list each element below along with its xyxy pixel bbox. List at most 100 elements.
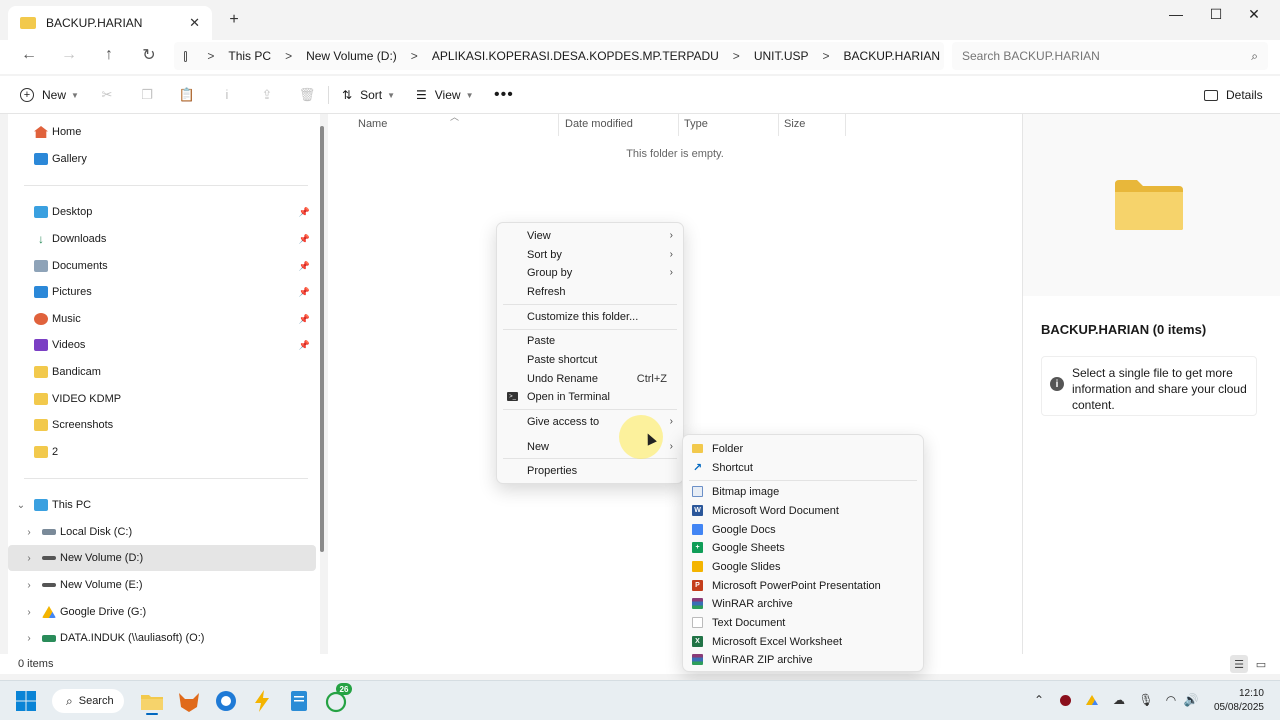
sidebar-item-documents[interactable]: Documents 📌 xyxy=(8,253,316,279)
new-google-sheets-item[interactable]: + Google Sheets xyxy=(683,538,923,557)
volume-icon[interactable]: 🔊 xyxy=(1182,691,1200,709)
close-tab-icon[interactable]: ✕ xyxy=(189,15,200,31)
share-icon[interactable]: ⇪ xyxy=(256,84,278,106)
maximize-button[interactable]: ☐ xyxy=(1196,0,1236,28)
pin-icon[interactable]: 📌 xyxy=(299,261,310,272)
minimize-button[interactable]: — xyxy=(1156,0,1196,28)
sidebar-item-local-disk-c[interactable]: › Local Disk (C:) xyxy=(8,519,316,545)
chevron-right-icon[interactable]: › xyxy=(22,527,36,538)
pin-icon[interactable]: 📌 xyxy=(299,207,310,218)
notepad-icon[interactable] xyxy=(285,687,313,715)
sidebar-item-new-volume-d[interactable]: › New Volume (D:) xyxy=(8,545,316,571)
new-button[interactable]: + New ▼ xyxy=(20,82,79,108)
search-input[interactable] xyxy=(962,49,1252,63)
sidebar-item-music[interactable]: Music 📌 xyxy=(8,306,316,332)
browser-icon[interactable] xyxy=(212,687,240,715)
forward-button[interactable]: → xyxy=(54,40,84,70)
wifi-icon[interactable]: ◠ xyxy=(1162,691,1180,709)
chevron-right-icon[interactable]: › xyxy=(22,580,36,591)
menu-item-view[interactable]: View › xyxy=(497,226,683,245)
menu-item-paste-shortcut[interactable]: Paste shortcut xyxy=(497,350,683,369)
new-text-document-item[interactable]: Text Document xyxy=(683,613,923,632)
google-drive-tray-icon[interactable] xyxy=(1083,691,1101,709)
cut-icon[interactable]: ✂ xyxy=(96,84,118,106)
breadcrumb-unit-usp[interactable]: UNIT.USP xyxy=(750,49,813,63)
rename-icon[interactable]: Ꭵ xyxy=(216,84,238,106)
column-header-date-modified[interactable]: Date modified xyxy=(565,118,633,130)
menu-item-properties[interactable]: Properties xyxy=(497,461,683,480)
sidebar-item-pictures[interactable]: Pictures 📌 xyxy=(8,279,316,305)
sidebar-item-google-drive-g[interactable]: › Google Drive (G:) xyxy=(8,599,316,625)
whatsapp-icon[interactable]: 26 xyxy=(322,683,352,715)
sidebar-item-video-kdmp[interactable]: VIDEO KDMP xyxy=(8,386,316,412)
new-tab-button[interactable]: + xyxy=(224,10,244,30)
breadcrumb-this-pc[interactable]: This PC xyxy=(224,49,275,63)
chevron-right-icon[interactable]: › xyxy=(22,607,36,618)
new-shortcut-item[interactable]: ↗ Shortcut xyxy=(683,458,923,477)
menu-item-undo-rename[interactable]: Undo Rename Ctrl+Z xyxy=(497,369,683,388)
sidebar-item-new-volume-e[interactable]: › New Volume (E:) xyxy=(8,572,316,598)
more-options-icon[interactable]: ••• xyxy=(494,82,514,108)
sidebar-item-this-pc[interactable]: ⌄ This PC xyxy=(8,492,316,518)
sidebar-scrollbar[interactable] xyxy=(320,126,324,552)
sidebar-item-screenshots[interactable]: Screenshots xyxy=(8,412,316,438)
tab-backup-harian[interactable]: BACKUP.HARIAN ✕ xyxy=(8,6,212,40)
record-icon[interactable] xyxy=(1056,691,1074,709)
new-bitmap-image-item[interactable]: Bitmap image xyxy=(683,482,923,501)
close-window-button[interactable]: ✕ xyxy=(1234,0,1274,28)
chevron-up-icon[interactable]: ⌃ xyxy=(1030,691,1048,709)
pin-icon[interactable]: 📌 xyxy=(299,314,310,325)
new-google-slides-item[interactable]: Google Slides xyxy=(683,557,923,576)
details-button[interactable]: Details xyxy=(1204,82,1263,108)
address-bar[interactable]: > This PC > New Volume (D:) > APLIKASI.K… xyxy=(174,42,944,70)
lightning-app-icon[interactable] xyxy=(248,687,276,715)
column-separator[interactable] xyxy=(845,114,846,136)
sidebar-item-home[interactable]: Home xyxy=(8,119,316,145)
view-button[interactable]: ☰ View ▼ xyxy=(416,82,473,108)
pin-icon[interactable]: 📌 xyxy=(299,234,310,245)
paste-icon[interactable]: 📋 xyxy=(176,84,198,106)
column-header-size[interactable]: Size xyxy=(784,118,805,130)
menu-item-paste[interactable]: Paste xyxy=(497,331,683,350)
pin-icon[interactable]: 📌 xyxy=(299,340,310,351)
search-box[interactable]: ⌕ xyxy=(952,42,1268,70)
chevron-right-icon[interactable]: › xyxy=(22,633,36,644)
chevron-down-icon[interactable]: ⌄ xyxy=(14,500,28,511)
up-button[interactable]: ↑ xyxy=(94,40,124,70)
column-header-name[interactable]: Name xyxy=(358,118,387,130)
sidebar-item-desktop[interactable]: Desktop 📌 xyxy=(8,199,316,225)
delete-icon[interactable]: 🗑 xyxy=(296,84,318,106)
new-winrar-archive-item[interactable]: WinRAR archive xyxy=(683,594,923,613)
sidebar-item-bandicam[interactable]: Bandicam xyxy=(8,359,316,385)
sidebar-item-2[interactable]: 2 xyxy=(8,439,316,465)
sidebar-item-downloads[interactable]: ↓ Downloads 📌 xyxy=(8,226,316,252)
copy-icon[interactable]: ❐ xyxy=(136,84,158,106)
sidebar-item-data-induk-o[interactable]: › DATA.INDUK (\\auliasoft) (O:) xyxy=(8,625,316,651)
column-header-type[interactable]: Type xyxy=(684,118,708,130)
start-button-icon[interactable] xyxy=(12,687,40,715)
menu-item-customize-folder[interactable]: Customize this folder... xyxy=(497,307,683,326)
details-view-icon[interactable]: ☰ xyxy=(1230,655,1248,673)
sort-button[interactable]: ⇅ Sort ▼ xyxy=(342,82,395,108)
new-folder-item[interactable]: Folder xyxy=(683,439,923,458)
new-word-document-item[interactable]: W Microsoft Word Document xyxy=(683,501,923,520)
sidebar-item-gallery[interactable]: Gallery xyxy=(8,146,316,172)
chevron-right-icon[interactable]: › xyxy=(22,553,36,564)
breadcrumb-backup-harian[interactable]: BACKUP.HARIAN xyxy=(840,49,944,63)
menu-item-refresh[interactable]: Refresh xyxy=(497,282,683,301)
system-clock[interactable]: 12:10 05/08/2025 xyxy=(1214,687,1264,715)
new-winrar-zip-item[interactable]: WinRAR ZIP archive xyxy=(683,650,923,669)
pin-icon[interactable]: 📌 xyxy=(299,287,310,298)
microphone-icon[interactable]: 🎙 xyxy=(1137,691,1155,709)
column-separator[interactable] xyxy=(558,114,559,136)
file-explorer-icon[interactable] xyxy=(138,687,166,715)
menu-item-sort-by[interactable]: Sort by › xyxy=(497,245,683,264)
menu-item-open-in-terminal[interactable]: >_ Open in Terminal xyxy=(497,387,683,406)
new-google-docs-item[interactable]: Google Docs xyxy=(683,520,923,539)
taskbar-search[interactable]: ⌕ Search xyxy=(52,689,124,713)
fox-app-icon[interactable] xyxy=(175,687,203,715)
tiles-view-icon[interactable]: ▭ xyxy=(1252,655,1270,673)
new-powerpoint-item[interactable]: P Microsoft PowerPoint Presentation xyxy=(683,576,923,595)
column-separator[interactable] xyxy=(678,114,679,136)
sidebar-item-videos[interactable]: Videos 📌 xyxy=(8,332,316,358)
